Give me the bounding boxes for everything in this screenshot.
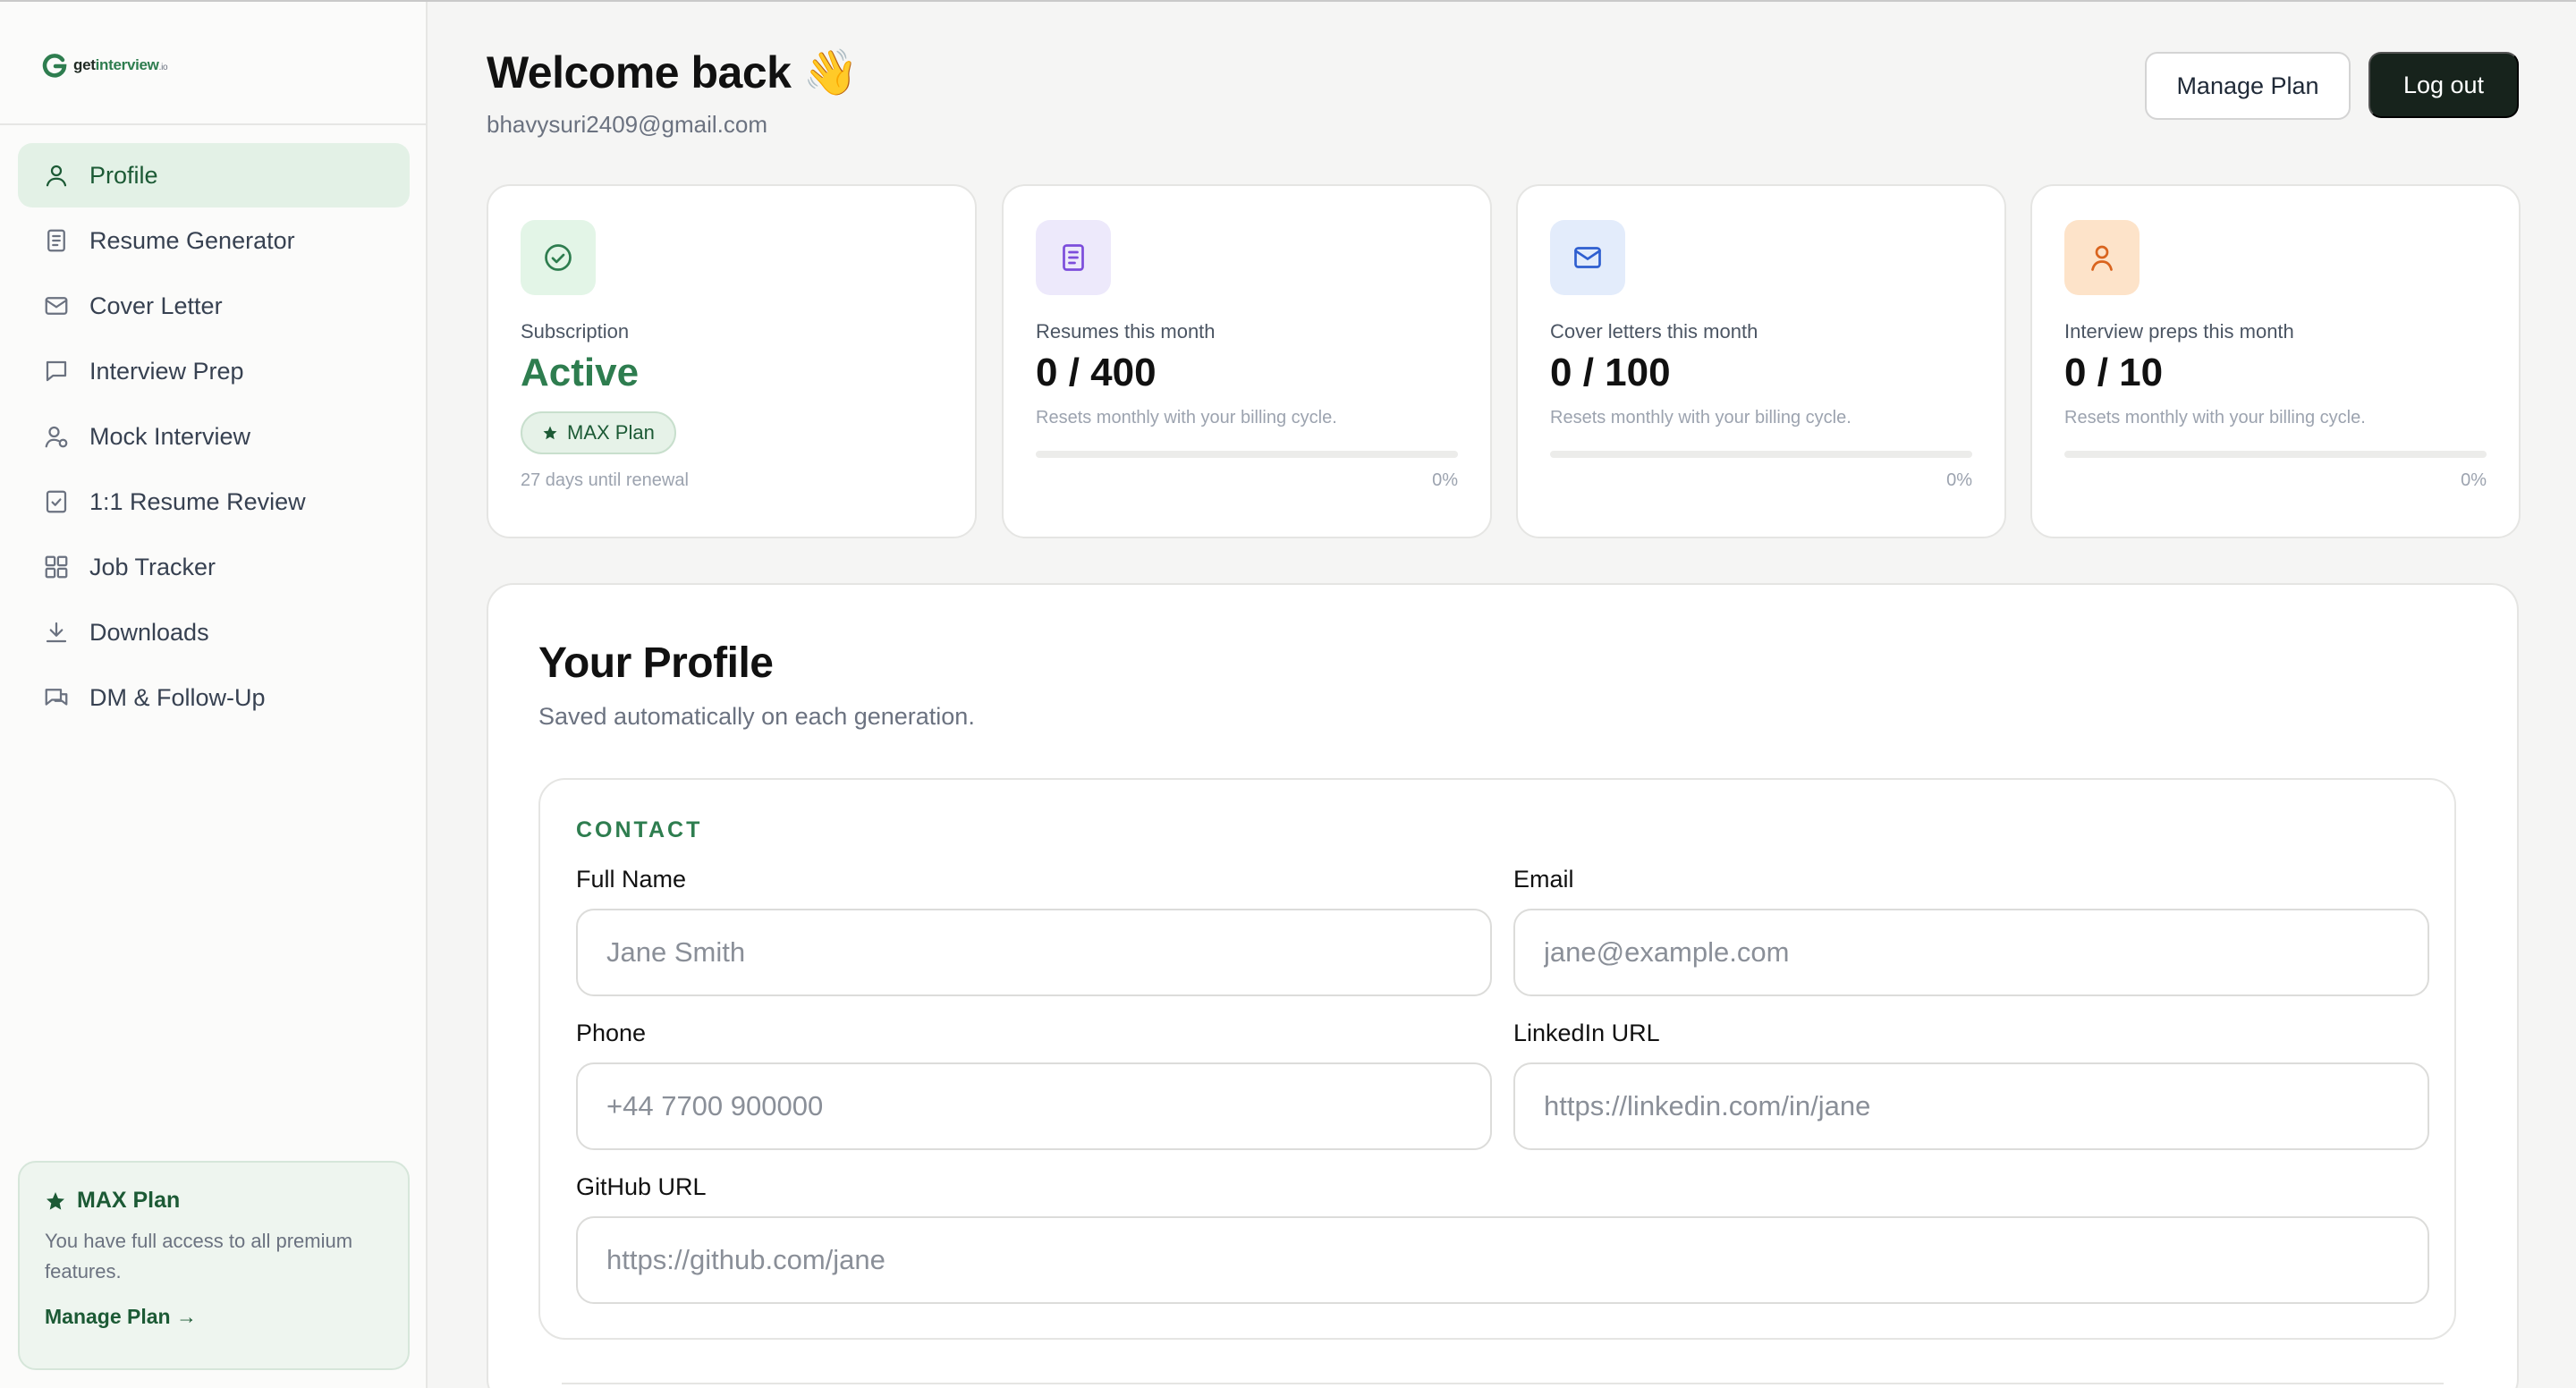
resumes-reset-note: Resets monthly with your billing cycle. [1036, 408, 1337, 427]
sidebar-item-label: Job Tracker [89, 553, 216, 580]
check-square-icon [46, 490, 67, 513]
full-name-label: Full Name [576, 866, 687, 893]
sidebar-item-label: Cover Letter [89, 292, 223, 319]
sidebar-item-downloads[interactable]: Downloads [18, 600, 410, 664]
document-icon [1063, 244, 1084, 271]
brand-logo[interactable]: getinterview.io [41, 52, 168, 79]
sidebar-item-label: Resume Generator [89, 226, 295, 254]
sidebar-item-mock-interview[interactable]: Mock Interview [18, 404, 410, 469]
manage-plan-button[interactable]: Manage Plan [2145, 52, 2351, 120]
sidebar-nav: Profile Resume Generator Cover Letter In… [18, 143, 410, 731]
resumes-icon-box [1036, 220, 1111, 295]
interview-preps-progress-bar [2064, 451, 2487, 458]
phone-input[interactable] [576, 1062, 1492, 1150]
cover-letters-card: Cover letters this month 0 / 100 Resets … [1516, 184, 2006, 538]
sidebar-item-label: Interview Prep [89, 357, 244, 385]
sidebar-item-resume-review[interactable]: 1:1 Resume Review [18, 470, 410, 534]
cover-letters-label: Cover letters this month [1550, 320, 1758, 343]
plan-box-description: You have full access to all premium feat… [45, 1230, 353, 1282]
cover-letters-icon-box [1550, 220, 1625, 295]
subscription-card: Subscription Active MAX Plan 27 days unt… [487, 184, 977, 538]
full-name-input[interactable] [576, 909, 1492, 996]
interview-preps-count: 0 / 10 [2064, 351, 2164, 394]
user-mic-icon [45, 426, 68, 448]
cover-letters-reset-note: Resets monthly with your billing cycle. [1550, 408, 1852, 427]
cover-letters-percent: 0% [1946, 470, 1972, 490]
sidebar-manage-plan-link[interactable]: Manage Plan → [45, 1305, 197, 1329]
sidebar: getinterview.io Profile Resume Generator… [0, 2, 428, 1388]
star-icon [47, 1191, 64, 1210]
subscription-icon-box [521, 220, 596, 295]
plan-info-box: MAX Plan You have full access to all pre… [18, 1161, 410, 1370]
page-title: Welcome back 👋 [487, 47, 859, 97]
download-icon [46, 622, 67, 643]
subscription-status: Active [521, 351, 640, 394]
sidebar-item-interview-prep[interactable]: Interview Prep [18, 339, 410, 403]
sidebar-item-job-tracker[interactable]: Job Tracker [18, 535, 410, 599]
sidebar-item-label: Downloads [89, 618, 209, 646]
sidebar-item-dm-follow-up[interactable]: DM & Follow-Up [18, 665, 410, 730]
cover-letters-progress-bar [1550, 451, 1972, 458]
resumes-count: 0 / 400 [1036, 351, 1157, 394]
contact-section-label: CONTACT [576, 817, 703, 842]
user-icon [46, 165, 67, 187]
user-icon [2091, 245, 2113, 271]
interview-preps-card: Interview preps this month 0 / 10 Resets… [2030, 184, 2521, 538]
logout-button[interactable]: Log out [2368, 52, 2519, 118]
mail-icon [45, 297, 68, 315]
subscription-label: Subscription [521, 320, 630, 343]
resumes-percent: 0% [1432, 470, 1458, 490]
sidebar-item-profile[interactable]: Profile [18, 143, 410, 207]
sidebar-item-resume-generator[interactable]: Resume Generator [18, 208, 410, 273]
renewal-text: 27 days until renewal [521, 470, 689, 490]
next-section-edge [562, 1383, 2444, 1384]
resumes-progress-bar [1036, 451, 1458, 458]
linkedin-input[interactable] [1513, 1062, 2429, 1150]
profile-title: Your Profile [538, 639, 774, 687]
brand-g-logo-icon [42, 54, 67, 78]
message-icon [46, 360, 67, 382]
check-circle-icon [545, 244, 572, 271]
sidebar-item-label: 1:1 Resume Review [89, 487, 306, 515]
interview-preps-percent: 0% [2461, 470, 2487, 490]
email-input[interactable] [1513, 909, 2429, 996]
resumes-label: Resumes this month [1036, 320, 1216, 343]
profile-subtitle: Saved automatically on each generation. [538, 703, 975, 730]
sidebar-item-label: Profile [89, 161, 158, 189]
plan-badge-label: MAX Plan [567, 421, 655, 444]
sidebar-item-label: DM & Follow-Up [89, 683, 266, 711]
sidebar-item-label: Mock Interview [89, 422, 251, 450]
github-label: GitHub URL [576, 1173, 707, 1200]
chat-icon [45, 689, 68, 706]
plan-box-title-text: MAX Plan [77, 1188, 181, 1213]
interview-preps-reset-note: Resets monthly with your billing cycle. [2064, 408, 2366, 427]
github-input[interactable] [576, 1216, 2429, 1304]
document-icon [47, 229, 65, 252]
mail-icon [1574, 247, 1601, 268]
phone-label: Phone [576, 1020, 647, 1046]
resumes-card: Resumes this month 0 / 400 Resets monthl… [1002, 184, 1492, 538]
sidebar-item-cover-letter[interactable]: Cover Letter [18, 274, 410, 338]
grid-icon [45, 555, 68, 579]
contact-section: CONTACT Full Name Email Phone LinkedIn U… [538, 778, 2456, 1340]
plan-badge: MAX Plan [521, 411, 676, 454]
star-icon [543, 426, 557, 440]
plan-box-title: MAX Plan [45, 1188, 383, 1214]
interview-preps-icon-box [2064, 220, 2140, 295]
email-label: Email [1513, 866, 1574, 893]
brand-name: getinterview.io [73, 56, 168, 73]
cover-letters-count: 0 / 100 [1550, 351, 1671, 394]
profile-section: Your Profile Saved automatically on each… [487, 583, 2519, 1388]
interview-preps-label: Interview preps this month [2064, 320, 2294, 343]
sidebar-divider [0, 123, 426, 125]
linkedin-label: LinkedIn URL [1513, 1020, 1660, 1046]
user-email: bhavysuri2409@gmail.com [487, 111, 767, 138]
